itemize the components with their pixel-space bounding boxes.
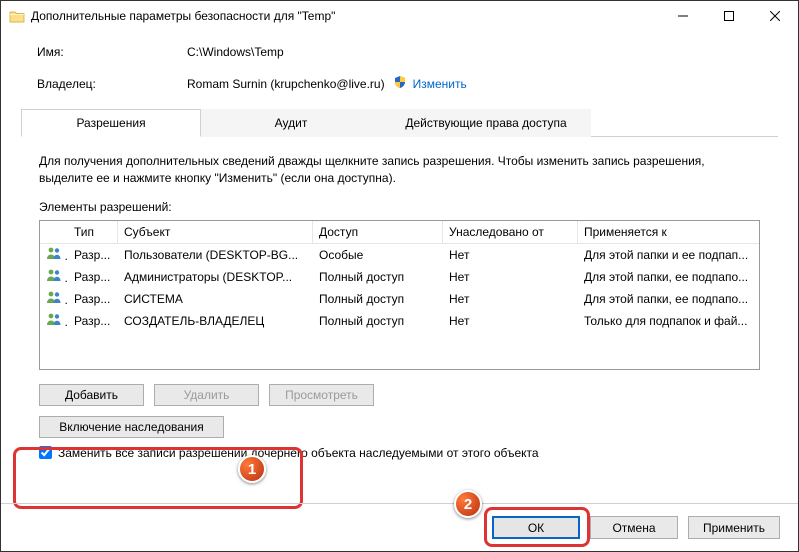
cell-type: Разр...	[68, 292, 118, 306]
shield-icon	[393, 75, 407, 92]
view-button: Просмотреть	[269, 384, 374, 406]
name-value: C:\Windows\Temp	[187, 45, 284, 59]
maximize-button[interactable]	[706, 1, 752, 31]
people-icon	[40, 290, 68, 307]
permissions-list: Тип Субъект Доступ Унаследовано от Приме…	[39, 220, 760, 370]
table-row[interactable]: Разр...Администраторы (DESKTOP...Полный …	[40, 266, 759, 288]
col-applies[interactable]: Применяется к	[578, 221, 759, 244]
cell-subject: Администраторы (DESKTOP...	[118, 270, 313, 284]
col-inherited[interactable]: Унаследовано от	[443, 221, 578, 244]
cell-applies: Для этой папки и ее подпап...	[578, 248, 759, 262]
tab-effective[interactable]: Действующие права доступа	[381, 109, 591, 137]
apply-button[interactable]: Применить	[688, 516, 780, 539]
cell-subject: СОЗДАТЕЛЬ-ВЛАДЕЛЕЦ	[118, 314, 313, 328]
name-label: Имя:	[37, 45, 187, 59]
cell-inherited: Нет	[443, 270, 578, 284]
cell-applies: Для этой папки, ее подпапо...	[578, 292, 759, 306]
cell-access: Полный доступ	[313, 314, 443, 328]
col-access[interactable]: Доступ	[313, 221, 443, 244]
minimize-button[interactable]	[660, 1, 706, 31]
close-button[interactable]	[752, 1, 798, 31]
ok-button[interactable]: ОК	[492, 516, 580, 539]
cell-type: Разр...	[68, 270, 118, 284]
cell-subject: СИСТЕМА	[118, 292, 313, 306]
people-icon	[40, 246, 68, 263]
col-type[interactable]: Тип	[68, 221, 118, 244]
replace-checkbox-label: Заменить все записи разрешений дочернего…	[58, 446, 539, 460]
cell-access: Полный доступ	[313, 270, 443, 284]
table-row[interactable]: Разр...Пользователи (DESKTOP-BG...Особые…	[40, 244, 759, 266]
tab-permissions[interactable]: Разрешения	[21, 109, 201, 137]
owner-value: Romam Surnin (krupchenko@live.ru)	[187, 77, 385, 91]
add-button[interactable]: Добавить	[39, 384, 144, 406]
replace-checkbox[interactable]	[39, 446, 52, 459]
cell-type: Разр...	[68, 248, 118, 262]
remove-button: Удалить	[154, 384, 259, 406]
cell-inherited: Нет	[443, 314, 578, 328]
people-icon	[40, 268, 68, 285]
cell-access: Особые	[313, 248, 443, 262]
titlebar: Дополнительные параметры безопасности дл…	[1, 1, 798, 31]
window-title: Дополнительные параметры безопасности дл…	[31, 9, 660, 23]
cell-inherited: Нет	[443, 292, 578, 306]
cell-inherited: Нет	[443, 248, 578, 262]
owner-label: Владелец:	[37, 77, 187, 91]
tabs: Разрешения Аудит Действующие права досту…	[21, 108, 778, 137]
enable-inheritance-button[interactable]: Включение наследования	[39, 416, 224, 438]
table-row[interactable]: Разр...СИСТЕМАПолный доступНетДля этой п…	[40, 288, 759, 310]
cell-applies: Только для подпапок и фай...	[578, 314, 759, 328]
col-subject[interactable]: Субъект	[118, 221, 313, 244]
hint-text: Для получения дополнительных сведений дв…	[39, 153, 760, 188]
table-row[interactable]: Разр...СОЗДАТЕЛЬ-ВЛАДЕЛЕЦПолный доступНе…	[40, 310, 759, 332]
cell-applies: Для этой папки, ее подпапо...	[578, 270, 759, 284]
cancel-button[interactable]: Отмена	[590, 516, 678, 539]
footer: 2 ОК Отмена Применить	[1, 503, 798, 551]
step-marker-1: 1	[238, 455, 266, 483]
list-label: Элементы разрешений:	[39, 200, 760, 214]
cell-type: Разр...	[68, 314, 118, 328]
folder-icon	[9, 10, 25, 23]
step-marker-2: 2	[454, 490, 482, 518]
change-owner-link[interactable]: Изменить	[413, 77, 467, 91]
tab-audit[interactable]: Аудит	[201, 109, 381, 137]
cell-subject: Пользователи (DESKTOP-BG...	[118, 248, 313, 262]
people-icon	[40, 312, 68, 329]
cell-access: Полный доступ	[313, 292, 443, 306]
